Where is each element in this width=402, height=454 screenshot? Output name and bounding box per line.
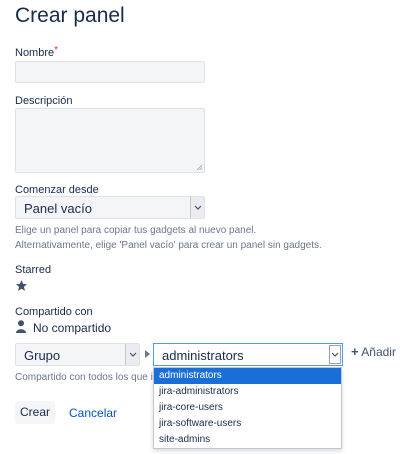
chevron-down-icon	[125, 344, 139, 365]
group-option[interactable]: jira-software-users	[154, 416, 341, 432]
name-label: Nombre*	[15, 45, 59, 59]
share-help: Compartido con todos los que inte	[15, 372, 167, 383]
shared-with-label: Compartido con	[15, 306, 93, 318]
shared-status: No compartido	[33, 321, 112, 335]
start-from-select[interactable]: Panel vacío	[15, 196, 205, 219]
star-icon[interactable]	[15, 279, 28, 292]
share-type-value: Grupo	[24, 348, 61, 363]
name-input[interactable]	[15, 61, 205, 83]
page-title: Crear panel	[15, 4, 125, 27]
start-from-value: Panel vacío	[24, 201, 92, 216]
group-option[interactable]: jira-administrators	[154, 384, 341, 400]
start-help-line-2: Alternativamente, elige 'Panel vacío' pa…	[15, 240, 322, 251]
add-button[interactable]: + Añadir	[351, 344, 396, 359]
group-options-list: administrators jira-administrators jira-…	[153, 367, 342, 449]
description-label: Descripción	[15, 95, 73, 107]
resize-handle-icon[interactable]	[196, 164, 202, 170]
user-icon	[16, 320, 26, 333]
required-marker: *	[54, 45, 59, 56]
group-option[interactable]: jira-core-users	[154, 400, 341, 416]
plus-icon: +	[351, 344, 359, 359]
create-button[interactable]: Crear	[15, 401, 55, 424]
arrow-right-icon	[145, 350, 150, 358]
group-select-value: administrators	[162, 348, 244, 363]
share-type-select[interactable]: Grupo	[15, 343, 140, 366]
start-help-line-1: Elige un panel para copiar tus gadgets a…	[15, 225, 257, 236]
cancel-link[interactable]: Cancelar	[69, 406, 117, 420]
add-button-label: Añadir	[361, 345, 396, 359]
group-select[interactable]: administrators	[153, 343, 343, 366]
starred-label: Starred	[15, 264, 52, 276]
description-textarea[interactable]	[15, 108, 205, 173]
chevron-down-icon	[190, 197, 204, 218]
group-option[interactable]: administrators	[154, 368, 341, 384]
start-from-label: Comenzar desde	[15, 184, 99, 196]
name-label-text: Nombre	[15, 47, 55, 59]
chevron-down-icon[interactable]	[329, 345, 341, 364]
group-option[interactable]: site-admins	[154, 432, 341, 448]
